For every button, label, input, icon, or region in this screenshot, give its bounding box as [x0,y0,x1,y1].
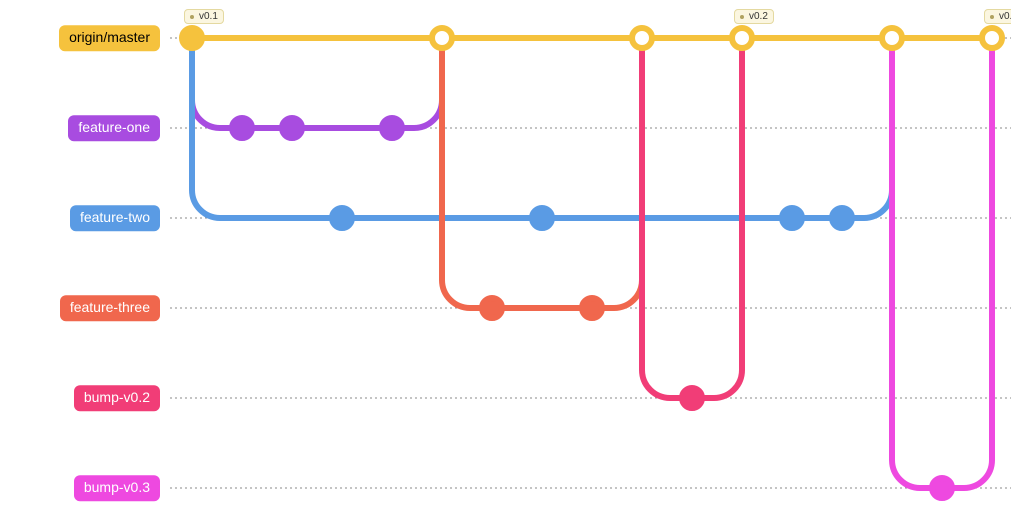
branch-label-feature-two: feature-two [70,205,160,231]
commit-dot [882,28,902,48]
commit-dot [582,298,602,318]
merge-feature-three [592,38,642,308]
commit-dot [382,118,402,138]
merge-bump-v0.3 [942,38,992,488]
branch-out-feature-three [442,38,492,308]
commit-dot [232,118,252,138]
branch-out-feature-one [192,38,242,128]
commit-dot [632,28,652,48]
branch-label-feature-three: feature-three [60,295,160,321]
commit-dot [682,388,702,408]
commit-dot [932,478,952,498]
commit-dot [832,208,852,228]
commit-dot [782,208,802,228]
commit-dot [432,28,452,48]
tag-label: v0.3 [984,9,1011,24]
commit-dot [282,118,302,138]
commit-dot [532,208,552,228]
tag-label: v0.2 [734,9,774,24]
branch-label-master: origin/master [59,25,160,51]
branch-label-feature-one: feature-one [68,115,160,141]
commit-dot [182,28,202,48]
git-graph-svg [0,0,1011,505]
commit-dot [482,298,502,318]
commit-dot [732,28,752,48]
branch-label-bump-v0.3: bump-v0.3 [74,475,160,501]
branch-out-bump-v0.3 [892,38,942,488]
tag-label: v0.1 [184,9,224,24]
git-graph: origin/master feature-one feature-two featu… [0,0,1011,505]
commit-dot [982,28,1002,48]
branch-label-bump-v0.2: bump-v0.2 [74,385,160,411]
commit-dot [332,208,352,228]
merge-feature-one [392,38,442,128]
